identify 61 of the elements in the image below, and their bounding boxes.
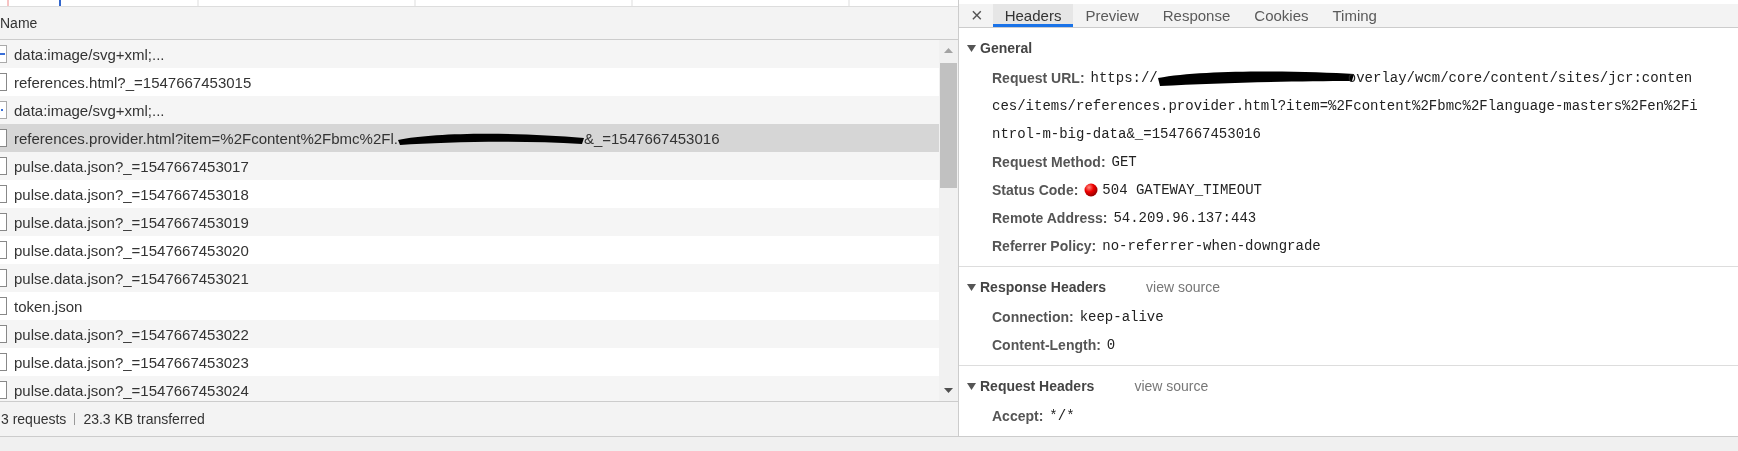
column-header[interactable]: Name <box>0 15 38 31</box>
request-row[interactable]: pulse.data.json?_=1547667453017 <box>0 152 939 180</box>
request-row[interactable]: pulse.data.json?_=1547667453024 <box>0 376 939 404</box>
request-name: pulse.data.json?_=1547667453017 <box>14 157 249 175</box>
request-name: token.json <box>14 297 83 315</box>
request-row[interactable]: pulse.data.json?_=1547667453019 <box>0 208 939 236</box>
header-name: Status Code: <box>992 182 1079 198</box>
request-name: pulse.data.json?_=1547667453024 <box>14 381 249 399</box>
view-source-link[interactable]: view source <box>1134 378 1209 394</box>
error-status-icon <box>1084 183 1099 197</box>
expanded-triangle-icon[interactable] <box>967 43 976 53</box>
header-value: no-referrer-when-downgrade <box>1102 238 1321 254</box>
scrollbar[interactable] <box>939 40 958 401</box>
header-name: Request URL: <box>992 70 1085 86</box>
header-name: Accept: <box>992 408 1044 424</box>
tab[interactable]: Headers <box>992 4 1074 27</box>
request-name: data:image/svg+xml;... <box>14 45 165 63</box>
request-count: 3 requests <box>1 411 67 427</box>
request-name: references.html?_=1547667453015 <box>14 73 252 91</box>
section-title[interactable]: Response Headers <box>980 279 1107 295</box>
request-name: pulse.data.json?_=1547667453019 <box>14 213 249 231</box>
header-value: */* <box>1049 408 1075 424</box>
tab[interactable]: Response <box>1150 4 1243 27</box>
header-name: Connection: <box>992 309 1074 325</box>
header-value: https:// <box>1090 70 1158 86</box>
header-value: GET <box>1111 154 1137 170</box>
section-title[interactable]: Request Headers <box>980 378 1095 394</box>
expanded-triangle-icon[interactable] <box>967 282 976 292</box>
request-row[interactable]: data:image/svg+xml;... <box>0 40 939 68</box>
expanded-triangle-icon[interactable] <box>967 381 976 391</box>
header-value: 54.209.96.137:443 <box>1113 210 1257 226</box>
header-name: Request Method: <box>992 154 1106 170</box>
header-value: overlay/wcm/core/content/sites/jcr:conten <box>1347 70 1693 86</box>
request-name: pulse.data.json?_=1547667453023 <box>14 353 249 371</box>
request-row[interactable]: data:image/svg+xml;... <box>0 96 939 124</box>
header-value: 504 GATEWAY_TIMEOUT <box>1102 182 1262 198</box>
request-name: pulse.data.json?_=1547667453022 <box>14 325 249 343</box>
header-value: keep-alive <box>1079 309 1164 325</box>
request-name: pulse.data.json?_=1547667453020 <box>14 241 249 259</box>
request-name: data:image/svg+xml;... <box>14 101 165 119</box>
view-source-link[interactable]: view source <box>1146 279 1220 295</box>
scrollbar-thumb[interactable] <box>940 63 957 188</box>
header-name: Referrer Policy: <box>992 238 1097 254</box>
header-value: ces/items/references.provider.html?item=%2Fcontent%2Fbmc%2Flanguage-masters%2Fen%2Fi <box>992 98 1698 114</box>
section-title[interactable]: General <box>980 40 1033 56</box>
request-name: &_=1547667453016 <box>583 129 720 147</box>
request-row[interactable]: pulse.data.json?_=1547667453022 <box>0 320 939 348</box>
header-name: Content-Length: <box>992 337 1101 353</box>
tab[interactable]: Timing <box>1320 4 1389 27</box>
tab[interactable]: Cookies <box>1242 4 1321 27</box>
transferred-size: 23.3 KB transferred <box>83 411 205 427</box>
request-name: pulse.data.json?_=1547667453021 <box>14 269 249 287</box>
header-value: 0 <box>1106 337 1116 353</box>
tab[interactable]: Preview <box>1073 4 1151 27</box>
request-row[interactable]: pulse.data.json?_=1547667453021 <box>0 264 939 292</box>
request-name: references.provider.html?item=%2Fcontent%2Fbmc%2Fl. <box>14 129 398 147</box>
header-name: Remote Address: <box>992 210 1108 226</box>
close-button[interactable]: × <box>959 4 993 27</box>
request-name: pulse.data.json?_=1547667453018 <box>14 185 249 203</box>
request-row[interactable]: references.provider.html?item=%2Fcontent%2Fbmc%2Fl. &_=1547667453016 <box>0 124 939 152</box>
header-value: ntrol-m-big-data&_=1547667453016 <box>992 126 1261 142</box>
